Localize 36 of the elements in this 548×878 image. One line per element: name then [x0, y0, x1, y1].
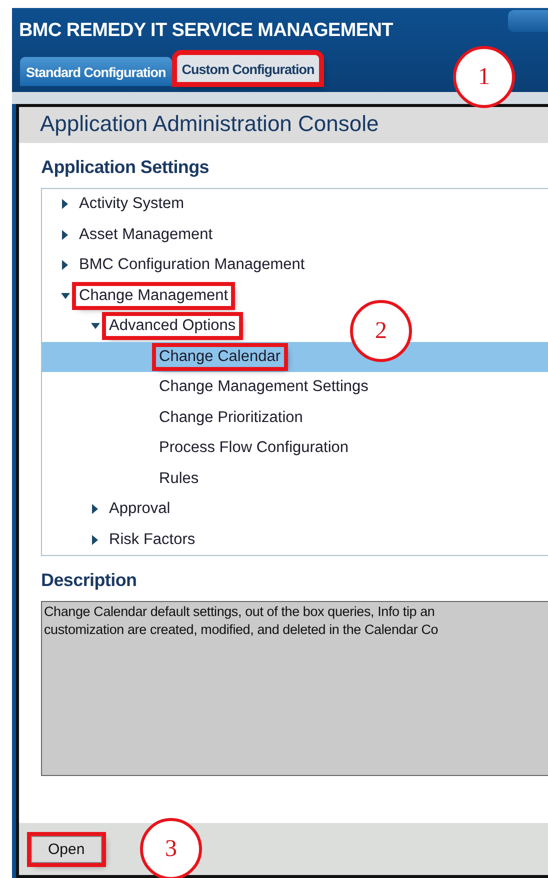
- tree-item[interactable]: Activity System: [42, 189, 192, 220]
- tree-item-label: Approval: [108, 499, 172, 520]
- tab[interactable]: Standard Configuration: [20, 57, 172, 86]
- section-heading: Application Settings: [41, 157, 210, 178]
- console-title: Application Administration Console: [19, 107, 548, 143]
- tree-item[interactable]: Change Management Settings: [42, 372, 376, 402]
- tree-item-label: Process Flow Configuration: [158, 438, 350, 458]
- description-text: customization are created, modified, and deleted in the Calendar Co: [44, 621, 440, 639]
- app-title: BMC REMEDY IT SERVICE MANAGEMENT: [18, 19, 393, 42]
- tree-item[interactable]: Approval: [42, 494, 178, 524]
- expand-arrow-icon[interactable]: [92, 504, 98, 514]
- tree-item[interactable]: BMC Configuration Management: [42, 250, 312, 280]
- collapse-arrow-icon[interactable]: [90, 323, 100, 330]
- tab[interactable]: Custom Configuration: [176, 54, 320, 83]
- tree-item[interactable]: Change Calendar: [42, 342, 548, 372]
- tree-item-label: Asset Management: [78, 224, 214, 245]
- tree-item-label: Change Prioritization: [158, 408, 304, 428]
- tree-item[interactable]: Process Flow Configuration: [42, 433, 356, 464]
- tree-item-label: Rules: [158, 468, 200, 489]
- tree-item-label: BMC Configuration Management: [78, 255, 306, 276]
- tree-item-label: Risk Factors: [108, 530, 196, 550]
- expand-arrow-icon[interactable]: [62, 199, 68, 210]
- tree-item[interactable]: Advanced Options: [42, 311, 243, 342]
- tree-item[interactable]: Risk Factors: [42, 524, 202, 555]
- collapse-arrow-icon[interactable]: [60, 292, 70, 299]
- expand-arrow-icon[interactable]: [92, 534, 98, 545]
- description-text: Change Calendar default settings, out of the box queries, Info tip an: [44, 603, 436, 621]
- tree-item[interactable]: Change Prioritization: [42, 402, 310, 433]
- tree-item[interactable]: Rules: [42, 464, 206, 494]
- tree-item-label: Activity System: [78, 194, 186, 214]
- tree-item[interactable]: Change Management: [42, 280, 236, 311]
- section-heading: Description: [41, 570, 138, 591]
- tree-item[interactable]: Asset Management: [42, 220, 220, 250]
- expand-arrow-icon[interactable]: [62, 260, 68, 270]
- tree-item-label: Change Management Settings: [158, 377, 370, 398]
- expand-arrow-icon[interactable]: [62, 230, 68, 240]
